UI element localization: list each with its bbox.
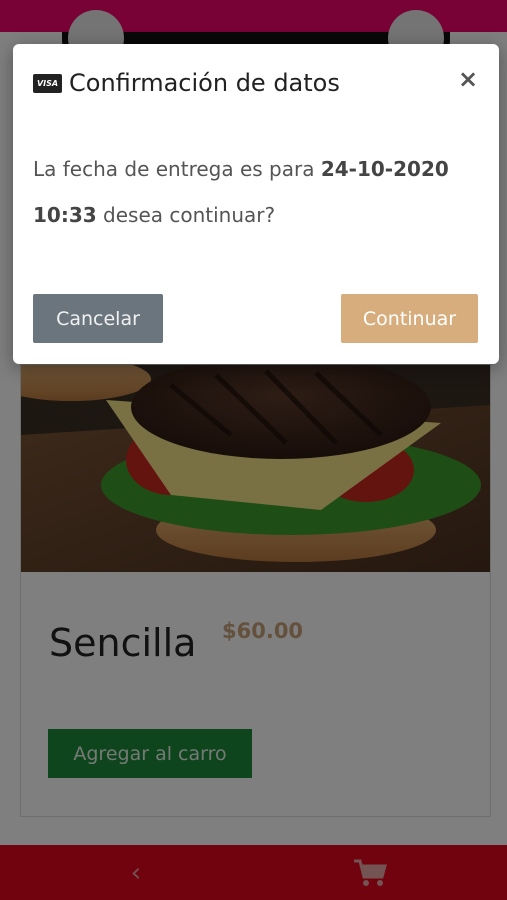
cancel-button[interactable]: Cancelar xyxy=(33,294,163,343)
confirmation-dialog: VISA Confirmación de datos × La fecha de… xyxy=(13,44,499,364)
dialog-title: Confirmación de datos xyxy=(69,69,340,97)
message-prefix: La fecha de entrega es para xyxy=(33,157,321,181)
close-icon[interactable]: × xyxy=(457,66,479,92)
dialog-header: VISA Confirmación de datos xyxy=(33,66,340,100)
continue-button[interactable]: Continuar xyxy=(341,294,478,343)
dialog-message: La fecha de entrega es para 24-10-2020 1… xyxy=(33,146,479,238)
visa-card-icon: VISA xyxy=(33,73,62,93)
message-suffix: desea continuar? xyxy=(96,203,276,227)
